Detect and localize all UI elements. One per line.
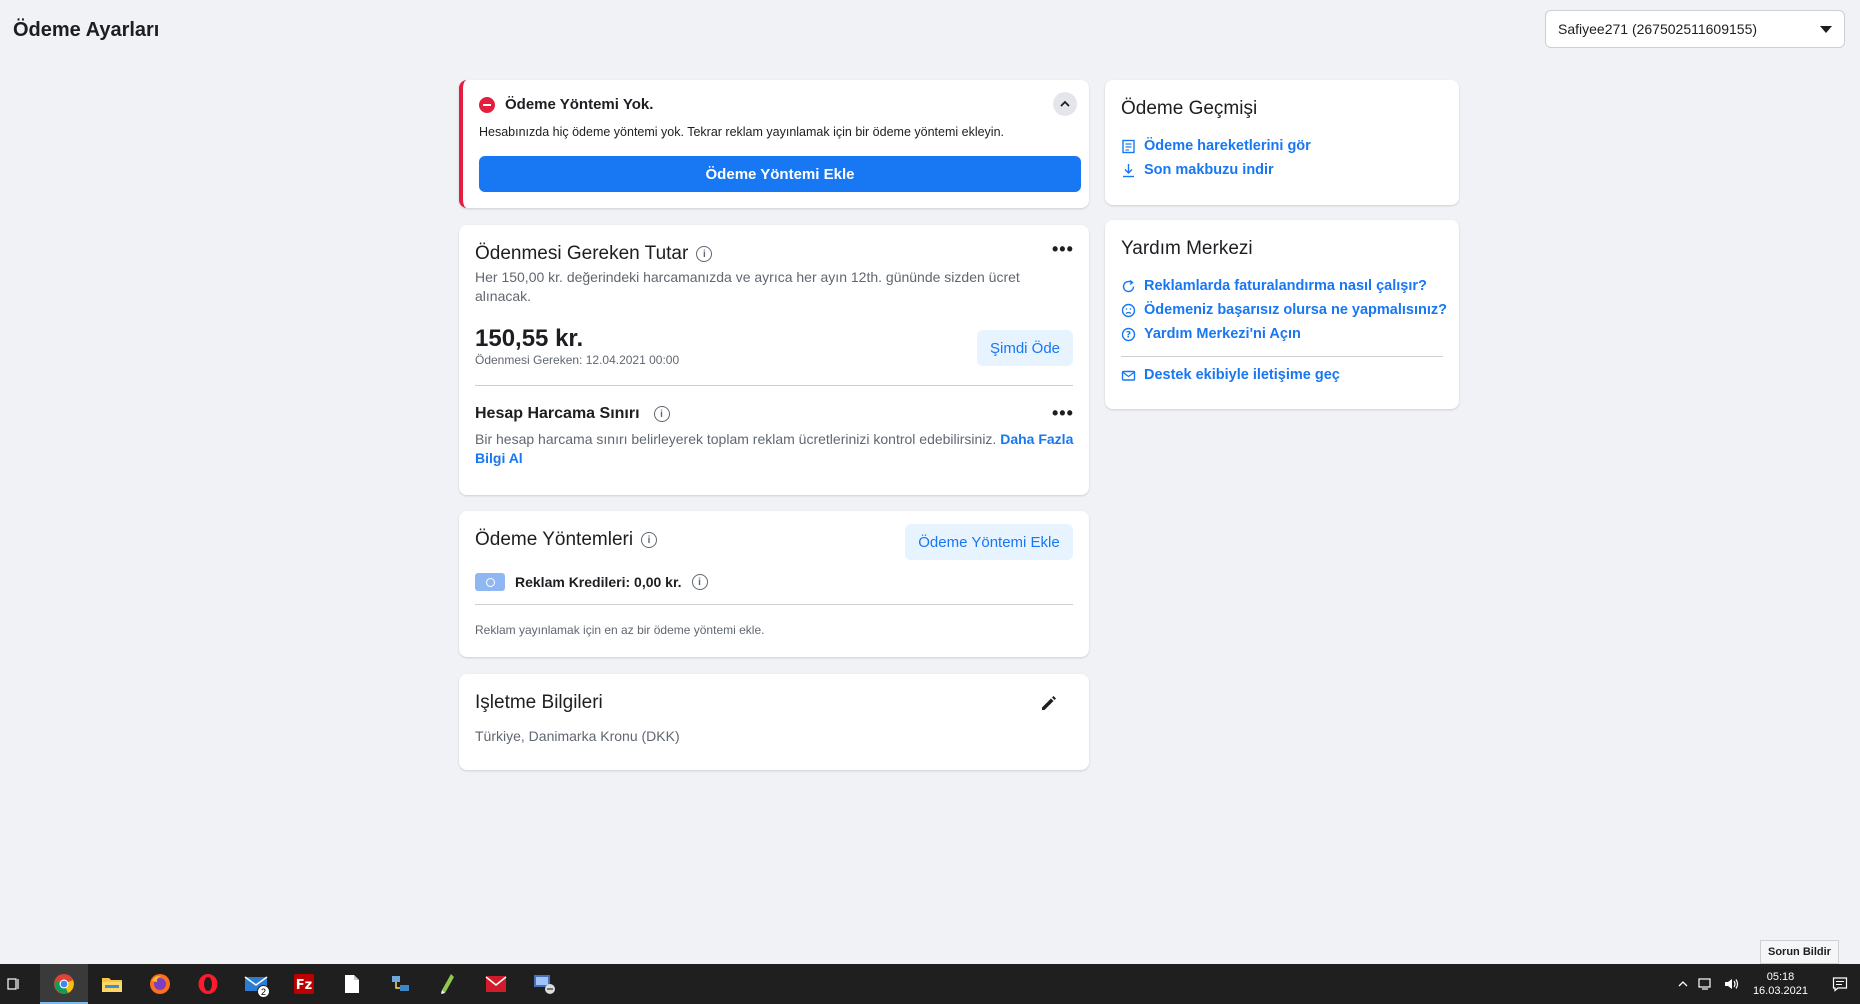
no-payment-method-alert: Ödeme Yöntemi Yok. Hesabınızda hiç ödeme… [459,80,1089,208]
alert-title: Ödeme Yöntemi Yok. [505,96,654,113]
contact-support-label: Destek ekibiyle iletişime geç [1144,367,1340,383]
file-explorer-icon[interactable] [88,964,136,1004]
chevron-down-icon [1820,25,1832,33]
clock-time: 05:18 [1766,971,1795,983]
divider [475,385,1073,386]
alert-description: Hesabınızda hiç ödeme yöntemi yok. Tekra… [479,125,1004,139]
ad-credit-icon [475,573,505,591]
chevron-up-icon [1060,100,1070,107]
page-title: Ödeme Ayarları [13,19,160,41]
add-payment-method-button[interactable]: Ödeme Yöntemi Ekle [905,524,1073,560]
payment-methods-card: Ödeme Yöntemleri i Ödeme Yöntemi Ekle Re… [459,511,1089,657]
mail-client-icon[interactable] [472,964,520,1004]
help-center-card: Yardım Merkezi Reklamlarda faturalandırm… [1105,220,1459,409]
error-icon [479,96,495,113]
clock[interactable]: 05:18 16.03.2021 [1753,970,1808,998]
account-selector-value: Safiyee271 (267502511609155) [1558,21,1758,37]
document-icon[interactable] [328,964,376,1004]
ad-credits: Reklam Kredileri: 0,00 kr. [515,574,682,590]
notifications-icon[interactable] [1820,964,1860,1004]
refresh-icon [1122,279,1135,292]
taskbar: 2 Fz 05:18 16.03.2021 [0,964,1860,1004]
business-info-card: Işletme Bilgileri Türkiye, Danimarka Kro… [459,674,1089,770]
volume-icon[interactable] [1719,964,1745,1004]
account-selector[interactable]: Safiyee271 (267502511609155) [1545,10,1845,48]
due-date: Ödenmesi Gereken: 12.04.2021 00:00 [475,353,680,367]
message-icon [1121,370,1136,381]
pay-now-button[interactable]: Şimdi Öde [977,330,1073,366]
network-tool-icon[interactable] [376,964,424,1004]
amount-due-title: Ödenmesi Gereken Tutar [475,243,689,264]
download-receipt-link[interactable]: Son makbuzu indir [1121,162,1274,178]
download-icon [1123,163,1134,177]
download-receipt-label: Son makbuzu indir [1144,162,1274,178]
spending-limit-description: Bir hesap harcama sınırı belirleyerek to… [475,431,997,447]
amount-due-card: Ödenmesi Gereken Tutar i ••• Her 150,00 … [459,225,1089,495]
open-help-center-label: Yardım Merkezi'ni Açın [1144,326,1301,342]
more-options-icon[interactable]: ••• [1052,403,1074,424]
receipt-icon [1122,139,1135,153]
info-icon[interactable]: i [641,532,658,548]
view-transactions-label: Ödeme hareketlerini gör [1144,138,1311,154]
report-problem-button[interactable]: Sorun Bildir [1760,940,1839,964]
remote-desktop-icon[interactable] [520,964,568,1004]
info-icon[interactable]: i [696,246,713,262]
divider [1121,356,1443,357]
opera-icon[interactable] [184,964,232,1004]
billing-help-link[interactable]: Reklamlarda faturalandırma nasıl çalışır… [1121,278,1427,294]
task-view-icon[interactable] [0,964,28,1004]
svg-text:Fz: Fz [296,978,312,993]
failed-payment-help-label: Ödemeniz başarısız olursa ne yapmalısını… [1144,302,1447,318]
failed-payment-help-link[interactable]: Ödemeniz başarısız olursa ne yapmalısını… [1121,302,1447,318]
business-info-details: Türkiye, Danimarka Kronu (DKK) [475,728,680,744]
filezilla-icon[interactable]: Fz [280,964,328,1004]
amount-due-value: 150,55 kr. [475,325,584,352]
payment-method-note: Reklam yayınlamak için en az bir ödeme y… [475,623,765,637]
show-hidden-icons-icon[interactable] [1673,964,1693,1004]
spending-limit-title: Hesap Harcama Sınırı [475,405,640,422]
open-help-center-link[interactable]: ? Yardım Merkezi'ni Açın [1121,326,1301,342]
network-icon[interactable] [1693,964,1719,1004]
mail-badge: 2 [257,985,270,998]
payment-history-title: Ödeme Geçmişi [1121,98,1258,119]
svg-text:?: ? [1126,330,1131,340]
help-center-title: Yardım Merkezi [1121,238,1253,259]
notepadpp-icon[interactable] [424,964,472,1004]
info-icon[interactable]: i [653,406,670,422]
billing-help-label: Reklamlarda faturalandırma nasıl çalışır… [1144,278,1427,294]
billing-threshold-description: Her 150,00 kr. değerindeki harcamanızda … [475,269,1020,304]
firefox-icon[interactable] [136,964,184,1004]
contact-support-link[interactable]: Destek ekibiyle iletişime geç [1121,367,1340,383]
clock-date: 16.03.2021 [1752,985,1808,997]
edit-icon[interactable] [1039,693,1059,713]
add-payment-method-button[interactable]: Ödeme Yöntemi Ekle [479,156,1081,192]
question-icon: ? [1121,327,1136,341]
divider [475,604,1073,605]
system-tray: 05:18 16.03.2021 [1673,964,1860,1004]
sad-face-icon [1121,303,1136,317]
info-icon[interactable]: i [691,574,708,590]
collapse-button[interactable] [1053,92,1077,116]
chrome-icon[interactable] [40,964,88,1004]
view-transactions-link[interactable]: Ödeme hareketlerini gör [1121,138,1311,154]
business-info-title: Işletme Bilgileri [475,692,603,713]
payment-history-card: Ödeme Geçmişi Ödeme hareketlerini gör So… [1105,80,1459,205]
more-options-icon[interactable]: ••• [1052,239,1074,260]
payment-methods-title: Ödeme Yöntemleri [475,529,634,550]
mail-icon[interactable]: 2 [232,964,280,1004]
